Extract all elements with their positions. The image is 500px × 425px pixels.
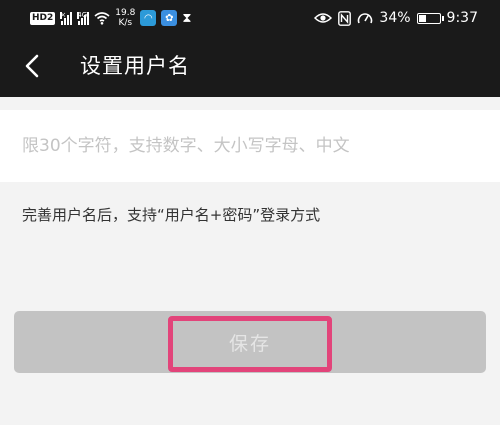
wifi-icon	[94, 12, 110, 25]
eye-icon	[314, 13, 333, 23]
baidu-notification-icon: ✿	[161, 10, 178, 26]
speed-unit: K/s	[118, 18, 133, 28]
app-notification-icon: ◠	[140, 10, 157, 26]
username-input[interactable]	[22, 110, 478, 182]
status-bar-right: 34% 9:37	[314, 5, 478, 31]
network-signal-icon: 4G	[77, 11, 90, 25]
page-title: 设置用户名	[80, 54, 190, 78]
speed-value: 19.8	[115, 8, 136, 18]
navigation-bar: 设置用户名	[0, 35, 500, 97]
hourglass-icon: ⧗	[182, 10, 192, 26]
battery-icon	[416, 12, 444, 24]
hd-badge: HD2	[30, 11, 56, 25]
save-button[interactable]: 保存	[14, 311, 486, 373]
power-saving-icon	[358, 13, 373, 24]
login-method-hint: 完善用户名后，支持“用户名+密码”登录方式	[22, 206, 321, 224]
status-bar-left: HD2 × 4G 19.8 K/s ◠ ✿ ⧗	[30, 5, 191, 31]
battery-percent: 34%	[379, 10, 411, 26]
network-speed: 19.8 K/s	[115, 8, 135, 28]
save-button-label: 保存	[228, 332, 271, 355]
status-bar: HD2 × 4G 19.8 K/s ◠ ✿ ⧗ 34% 9:37	[0, 0, 500, 35]
clock-time: 9:37	[446, 10, 478, 26]
back-arrow-icon[interactable]	[20, 53, 46, 79]
signal-strength-icon: ×	[60, 11, 73, 25]
battery-level	[418, 14, 427, 22]
nfc-icon	[338, 10, 352, 26]
username-input-card	[0, 110, 500, 182]
